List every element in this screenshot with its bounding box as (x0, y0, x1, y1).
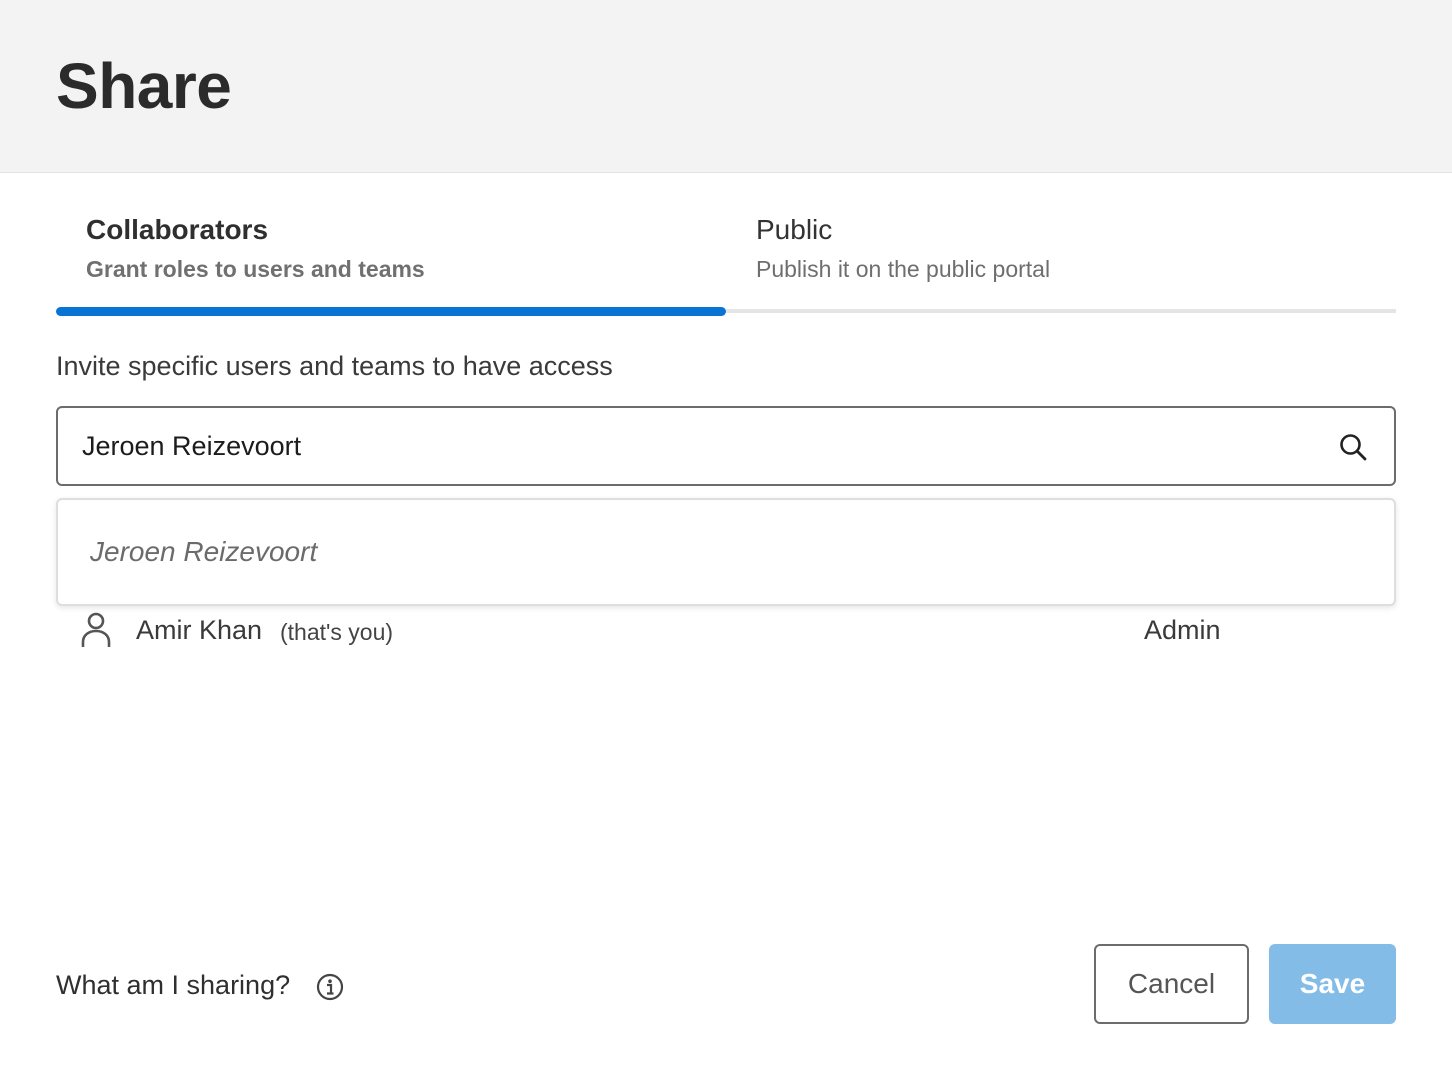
collaborator-name: Amir Khan (136, 615, 263, 645)
person-icon (81, 612, 111, 647)
info-icon[interactable] (316, 973, 344, 1001)
tab-collaborators-label: Collaborators (86, 214, 269, 245)
invite-search-box (56, 406, 1396, 486)
cancel-button[interactable]: Cancel (1094, 944, 1249, 1024)
invite-label: Invite specific users and teams to have … (56, 351, 613, 381)
collaborator-note: (that's you) (280, 619, 394, 645)
share-tabs: Collaborators Grant roles to users and t… (56, 208, 1396, 316)
what-am-i-sharing-text: What am I sharing? (56, 970, 291, 1000)
tab-public-subtitle: Publish it on the public portal (756, 256, 1051, 282)
tab-public[interactable]: Public Publish it on the public portal (726, 208, 1396, 316)
collaborator-role: Admin (1144, 615, 1221, 645)
tab-active-indicator (56, 307, 726, 316)
tab-collaborators-subtitle: Grant roles to users and teams (86, 256, 425, 282)
collaborator-row: Amir Khan (that's you) Admin (56, 610, 1396, 654)
search-icon[interactable] (1338, 432, 1368, 462)
tab-public-label: Public (756, 214, 833, 245)
dialog-header: Share (0, 0, 1452, 173)
suggestion-item[interactable]: Jeroen Reizevoort (90, 534, 317, 570)
tab-collaborators[interactable]: Collaborators Grant roles to users and t… (56, 208, 726, 316)
invite-search-input[interactable] (82, 408, 1312, 484)
dialog-title: Share (56, 50, 232, 122)
tab-inactive-rail (726, 309, 1396, 313)
suggestion-dropdown: Jeroen Reizevoort (56, 498, 1396, 606)
save-button[interactable]: Save (1269, 944, 1396, 1024)
